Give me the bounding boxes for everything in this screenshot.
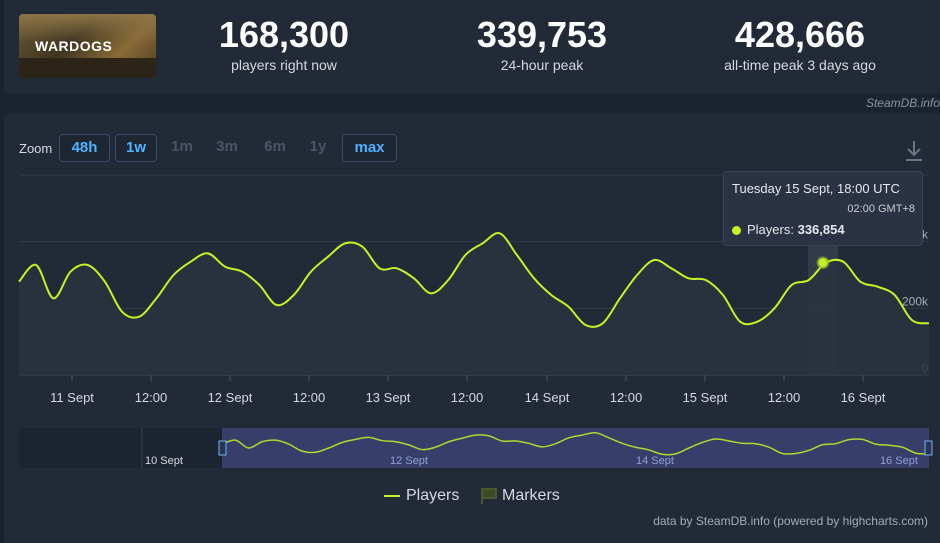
tooltip-series: Players: 336,854 — [732, 222, 845, 237]
series-dot-icon — [732, 226, 741, 236]
navigator-label: 16 Sept — [880, 455, 918, 467]
navigator-label: 14 Sept — [636, 455, 674, 467]
flag-icon — [481, 488, 497, 504]
x-axis-labels: 11 Sept 12:00 12 Sept 12:00 13 Sept 12:00 14 S… — [50, 375, 886, 405]
x-tick-label: 12 Sept — [208, 390, 253, 405]
x-tick-label: 13 Sept — [366, 390, 411, 405]
navigator[interactable]: 10 Sept 12 Sept 14 Sept 16 Sept — [0, 426, 940, 486]
x-tick-label: 12:00 — [610, 390, 643, 405]
legend-markers[interactable]: Markers — [480, 487, 560, 505]
players-legend-icon — [384, 495, 400, 497]
legend-players-label: Players — [406, 487, 460, 504]
navigator-label: 12 Sept — [390, 455, 428, 467]
tooltip-series-value: 336,854 — [797, 222, 845, 237]
footer-credit[interactable]: data by SteamDB.info (powered by highcha… — [653, 514, 928, 528]
x-tick-label: 12:00 — [135, 390, 168, 405]
x-tick-label: 14 Sept — [525, 390, 570, 405]
navigator-label: 10 Sept — [145, 455, 183, 467]
tooltip-series-label: Players: — [747, 222, 794, 237]
x-tick-label: 12:00 — [768, 390, 801, 405]
legend-players[interactable]: Players — [384, 487, 459, 505]
tooltip-local-time: 02:00 GMT+8 — [847, 203, 915, 215]
players-area — [19, 233, 929, 375]
legend-markers-label: Markers — [502, 487, 560, 504]
navigator-handle-left — [218, 440, 227, 456]
tooltip-title: Tuesday 15 Sept, 18:00 UTC — [732, 181, 900, 196]
x-tick-label: 12:00 — [293, 390, 326, 405]
x-tick-label: 12:00 — [451, 390, 484, 405]
x-tick-label: 16 Sept — [841, 390, 886, 405]
chart-tooltip: Tuesday 15 Sept, 18:00 UTC 02:00 GMT+8 P… — [723, 171, 923, 246]
navigator-handle-right — [924, 440, 933, 456]
x-tick-label: 15 Sept — [683, 390, 728, 405]
y-tick-label: 200k — [902, 294, 929, 308]
x-tick-label: 11 Sept — [50, 390, 94, 405]
